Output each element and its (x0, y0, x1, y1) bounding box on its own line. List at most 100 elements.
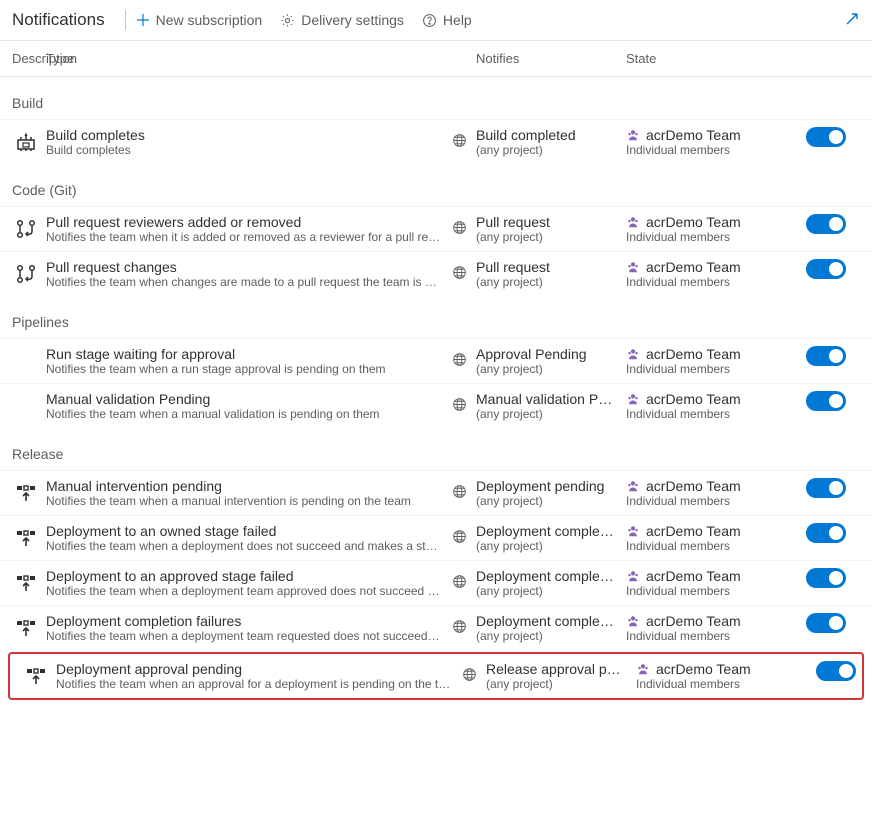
team-avatar-icon (626, 479, 640, 493)
notification-row[interactable]: Run stage waiting for approval Notifies … (0, 338, 872, 383)
state-toggle[interactable] (806, 391, 846, 411)
notify-sub: Individual members (626, 362, 806, 376)
state-toggle[interactable] (806, 346, 846, 366)
type-title: Deployment pending (476, 478, 616, 494)
help-label: Help (443, 12, 472, 28)
state-cell (806, 127, 866, 147)
notification-row[interactable]: Deployment to an approved stage failed N… (0, 560, 872, 605)
row-title[interactable]: Run stage waiting for approval (46, 346, 456, 362)
fullscreen-button[interactable] (844, 11, 860, 30)
row-subtitle: Notifies the team when a deployment does… (46, 539, 441, 553)
notifies-cell: acrDemo Team Individual members (626, 523, 806, 553)
state-toggle[interactable] (806, 478, 846, 498)
notifications-list: Build Build completes Build completes Bu… (0, 77, 872, 700)
row-title[interactable]: Manual validation Pending (46, 391, 456, 407)
header-notifies[interactable]: Notifies (476, 51, 626, 66)
state-toggle[interactable] (806, 568, 846, 588)
type-cell: Deployment comple… (any project) (476, 613, 626, 643)
notify-title: acrDemo Team (626, 391, 806, 407)
header-type[interactable]: Type (46, 51, 476, 66)
notification-row[interactable]: Pull request reviewers added or removed … (0, 206, 872, 251)
description-cell: Manual validation Pending Notifies the t… (46, 391, 476, 421)
header-state[interactable]: State (626, 51, 806, 66)
row-subtitle: Notifies the team when a deployment team… (46, 629, 441, 643)
type-title: Deployment comple… (476, 523, 616, 539)
notify-title: acrDemo Team (626, 127, 806, 143)
state-toggle[interactable] (806, 613, 846, 633)
build-icon (14, 130, 38, 154)
row-title[interactable]: Pull request reviewers added or removed (46, 214, 456, 230)
state-cell (816, 661, 872, 681)
row-title[interactable]: Deployment completion failures (46, 613, 456, 629)
notification-row[interactable]: Deployment completion failures Notifies … (0, 605, 872, 650)
state-toggle[interactable] (806, 127, 846, 147)
team-name: acrDemo Team (646, 127, 741, 143)
notify-sub: Individual members (626, 539, 806, 553)
type-cell: Manual validation Pe… (any project) (476, 391, 626, 421)
globe-icon (452, 484, 467, 502)
globe-icon (452, 133, 467, 151)
delivery-settings-button[interactable]: Delivery settings (280, 12, 404, 28)
team-avatar-icon (636, 662, 650, 676)
row-title[interactable]: Deployment to an approved stage failed (46, 568, 456, 584)
row-title[interactable]: Deployment to an owned stage failed (46, 523, 456, 539)
type-sub: (any project) (476, 143, 626, 157)
notification-row[interactable]: Build completes Build completes Build co… (0, 119, 872, 164)
notification-row[interactable]: Manual intervention pending Notifies the… (0, 470, 872, 515)
row-subtitle: Notifies the team when a manual validati… (46, 407, 441, 421)
type-cell: Deployment comple… (any project) (476, 523, 626, 553)
row-title[interactable]: Manual intervention pending (46, 478, 456, 494)
pullrequest-icon (14, 217, 38, 241)
notify-sub: Individual members (626, 230, 806, 244)
row-icon-cell (6, 127, 46, 154)
type-title: Approval Pending (476, 346, 616, 362)
team-avatar-icon (626, 128, 640, 142)
state-toggle[interactable] (806, 259, 846, 279)
new-subscription-button[interactable]: New subscription (136, 12, 263, 28)
help-button[interactable]: Help (422, 12, 472, 28)
row-subtitle: Build completes (46, 143, 441, 157)
notifies-cell: acrDemo Team Individual members (636, 661, 816, 691)
state-toggle[interactable] (816, 661, 856, 681)
row-title[interactable]: Deployment approval pending (56, 661, 466, 677)
globe-icon (452, 574, 467, 592)
type-title: Deployment comple… (476, 613, 616, 629)
team-name: acrDemo Team (656, 661, 751, 677)
toolbar: Notifications New subscription Delivery … (0, 0, 872, 41)
type-sub: (any project) (476, 275, 626, 289)
team-name: acrDemo Team (646, 478, 741, 494)
row-title[interactable]: Build completes (46, 127, 456, 143)
notification-row[interactable]: Pull request changes Notifies the team w… (0, 251, 872, 296)
row-icon-cell (6, 613, 46, 640)
toolbar-separator (125, 10, 126, 30)
team-name: acrDemo Team (646, 346, 741, 362)
header-description[interactable]: Description (6, 51, 46, 66)
type-title: Build completed (476, 127, 616, 143)
notify-title: acrDemo Team (626, 346, 806, 362)
type-sub: (any project) (476, 494, 626, 508)
notification-row[interactable]: Manual validation Pending Notifies the t… (0, 383, 872, 428)
row-subtitle: Notifies the team when an approval for a… (56, 677, 451, 691)
description-cell: Deployment to an approved stage failed N… (46, 568, 476, 598)
section-header: Code (Git) (0, 164, 872, 206)
notification-row[interactable]: Deployment to an owned stage failed Noti… (0, 515, 872, 560)
notifies-cell: acrDemo Team Individual members (626, 391, 806, 421)
section-header: Pipelines (0, 296, 872, 338)
type-title: Pull request (476, 214, 616, 230)
team-name: acrDemo Team (646, 613, 741, 629)
state-toggle[interactable] (806, 214, 846, 234)
description-cell: Deployment approval pending Notifies the… (56, 661, 486, 691)
team-avatar-icon (626, 260, 640, 274)
team-avatar-icon (626, 614, 640, 628)
notification-row[interactable]: Deployment approval pending Notifies the… (10, 654, 862, 698)
state-toggle[interactable] (806, 523, 846, 543)
notify-title: acrDemo Team (626, 478, 806, 494)
row-title[interactable]: Pull request changes (46, 259, 456, 275)
type-sub: (any project) (476, 230, 626, 244)
release-icon (14, 616, 38, 640)
globe-icon (452, 529, 467, 547)
type-sub: (any project) (476, 629, 626, 643)
notify-sub: Individual members (626, 494, 806, 508)
notifies-cell: acrDemo Team Individual members (626, 127, 806, 157)
release-icon (24, 664, 48, 688)
